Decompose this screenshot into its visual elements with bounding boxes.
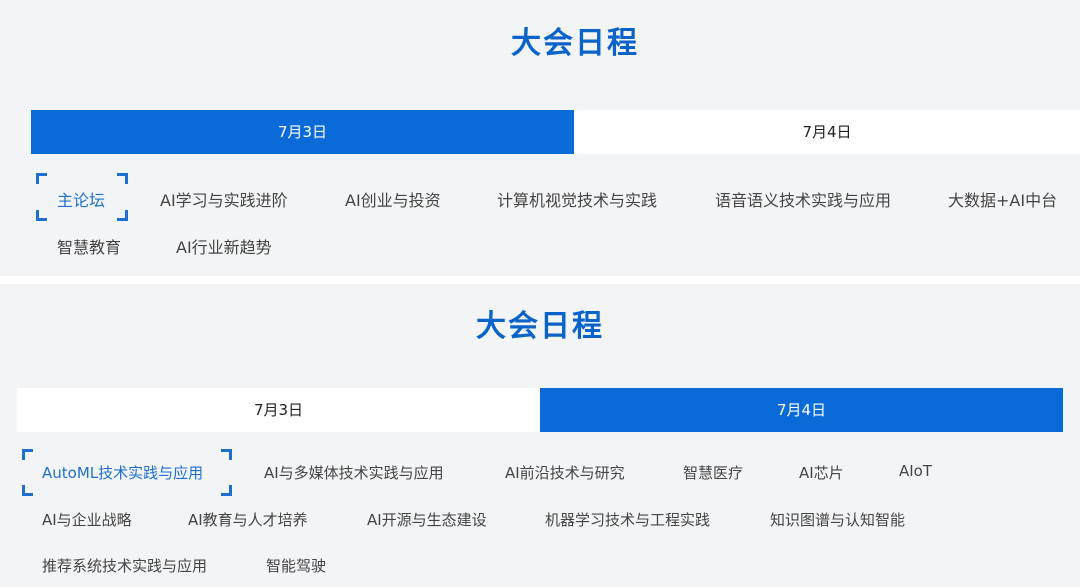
tab-jul-4[interactable]: 7月4日 [574,110,1080,154]
frame-corner [36,210,47,221]
session-item[interactable]: 机器学习技术与工程实践 [545,509,710,530]
session-item[interactable]: AI前沿技术与研究 [505,462,625,483]
tab-jul-4[interactable]: 7月4日 [540,388,1063,432]
tab-jul-3[interactable]: 7月3日 [17,388,540,432]
session-item-main-forum[interactable]: 主论坛 [57,187,105,211]
session-item[interactable]: 智慧教育 [57,234,121,258]
session-item[interactable]: AI创业与投资 [345,187,441,211]
session-item[interactable]: 推荐系统技术实践与应用 [42,555,207,576]
date-tab-bar: 7月3日 7月4日 [31,110,1080,154]
session-item[interactable]: AI学习与实践进阶 [160,187,288,211]
frame-corner [36,173,47,184]
session-item[interactable]: AI与企业战略 [42,509,132,530]
frame-corner [22,449,33,460]
frame-corner [221,449,232,460]
frame-corner [117,210,128,221]
session-item[interactable]: 知识图谱与认知智能 [770,509,905,530]
session-item[interactable]: 计算机视觉技术与实践 [497,187,657,211]
schedule-title: 大会日程 [476,309,604,344]
session-item[interactable]: AI行业新趋势 [176,234,272,258]
session-item[interactable]: AI教育与人才培养 [188,509,308,530]
date-tab-bar: 7月3日 7月4日 [17,388,1063,432]
tab-jul-3[interactable]: 7月3日 [31,110,574,154]
schedule-title: 大会日程 [511,26,639,61]
session-item[interactable]: AIoT [899,462,932,480]
session-item[interactable]: 语音语义技术实践与应用 [715,187,891,211]
frame-corner [22,485,33,496]
session-item[interactable]: 智慧医疗 [683,462,743,483]
schedule-panel-day1: 大会日程 7月3日 7月4日 主论坛 AI学习与实践进阶 AI创业与投资 计算机… [0,0,1080,276]
section-divider [0,276,1080,284]
frame-corner [117,173,128,184]
session-item[interactable]: 大数据+AI中台 [948,187,1057,211]
session-item[interactable]: AI芯片 [799,462,844,483]
frame-corner [221,485,232,496]
schedule-panel-day2: 大会日程 7月3日 7月4日 AutoML技术实践与应用 AI与多媒体技术实践与… [0,284,1080,587]
session-item[interactable]: 智能驾驶 [266,555,326,576]
session-item[interactable]: AI与多媒体技术实践与应用 [264,462,444,483]
session-item[interactable]: AI开源与生态建设 [367,509,487,530]
session-item-automl[interactable]: AutoML技术实践与应用 [42,462,203,483]
